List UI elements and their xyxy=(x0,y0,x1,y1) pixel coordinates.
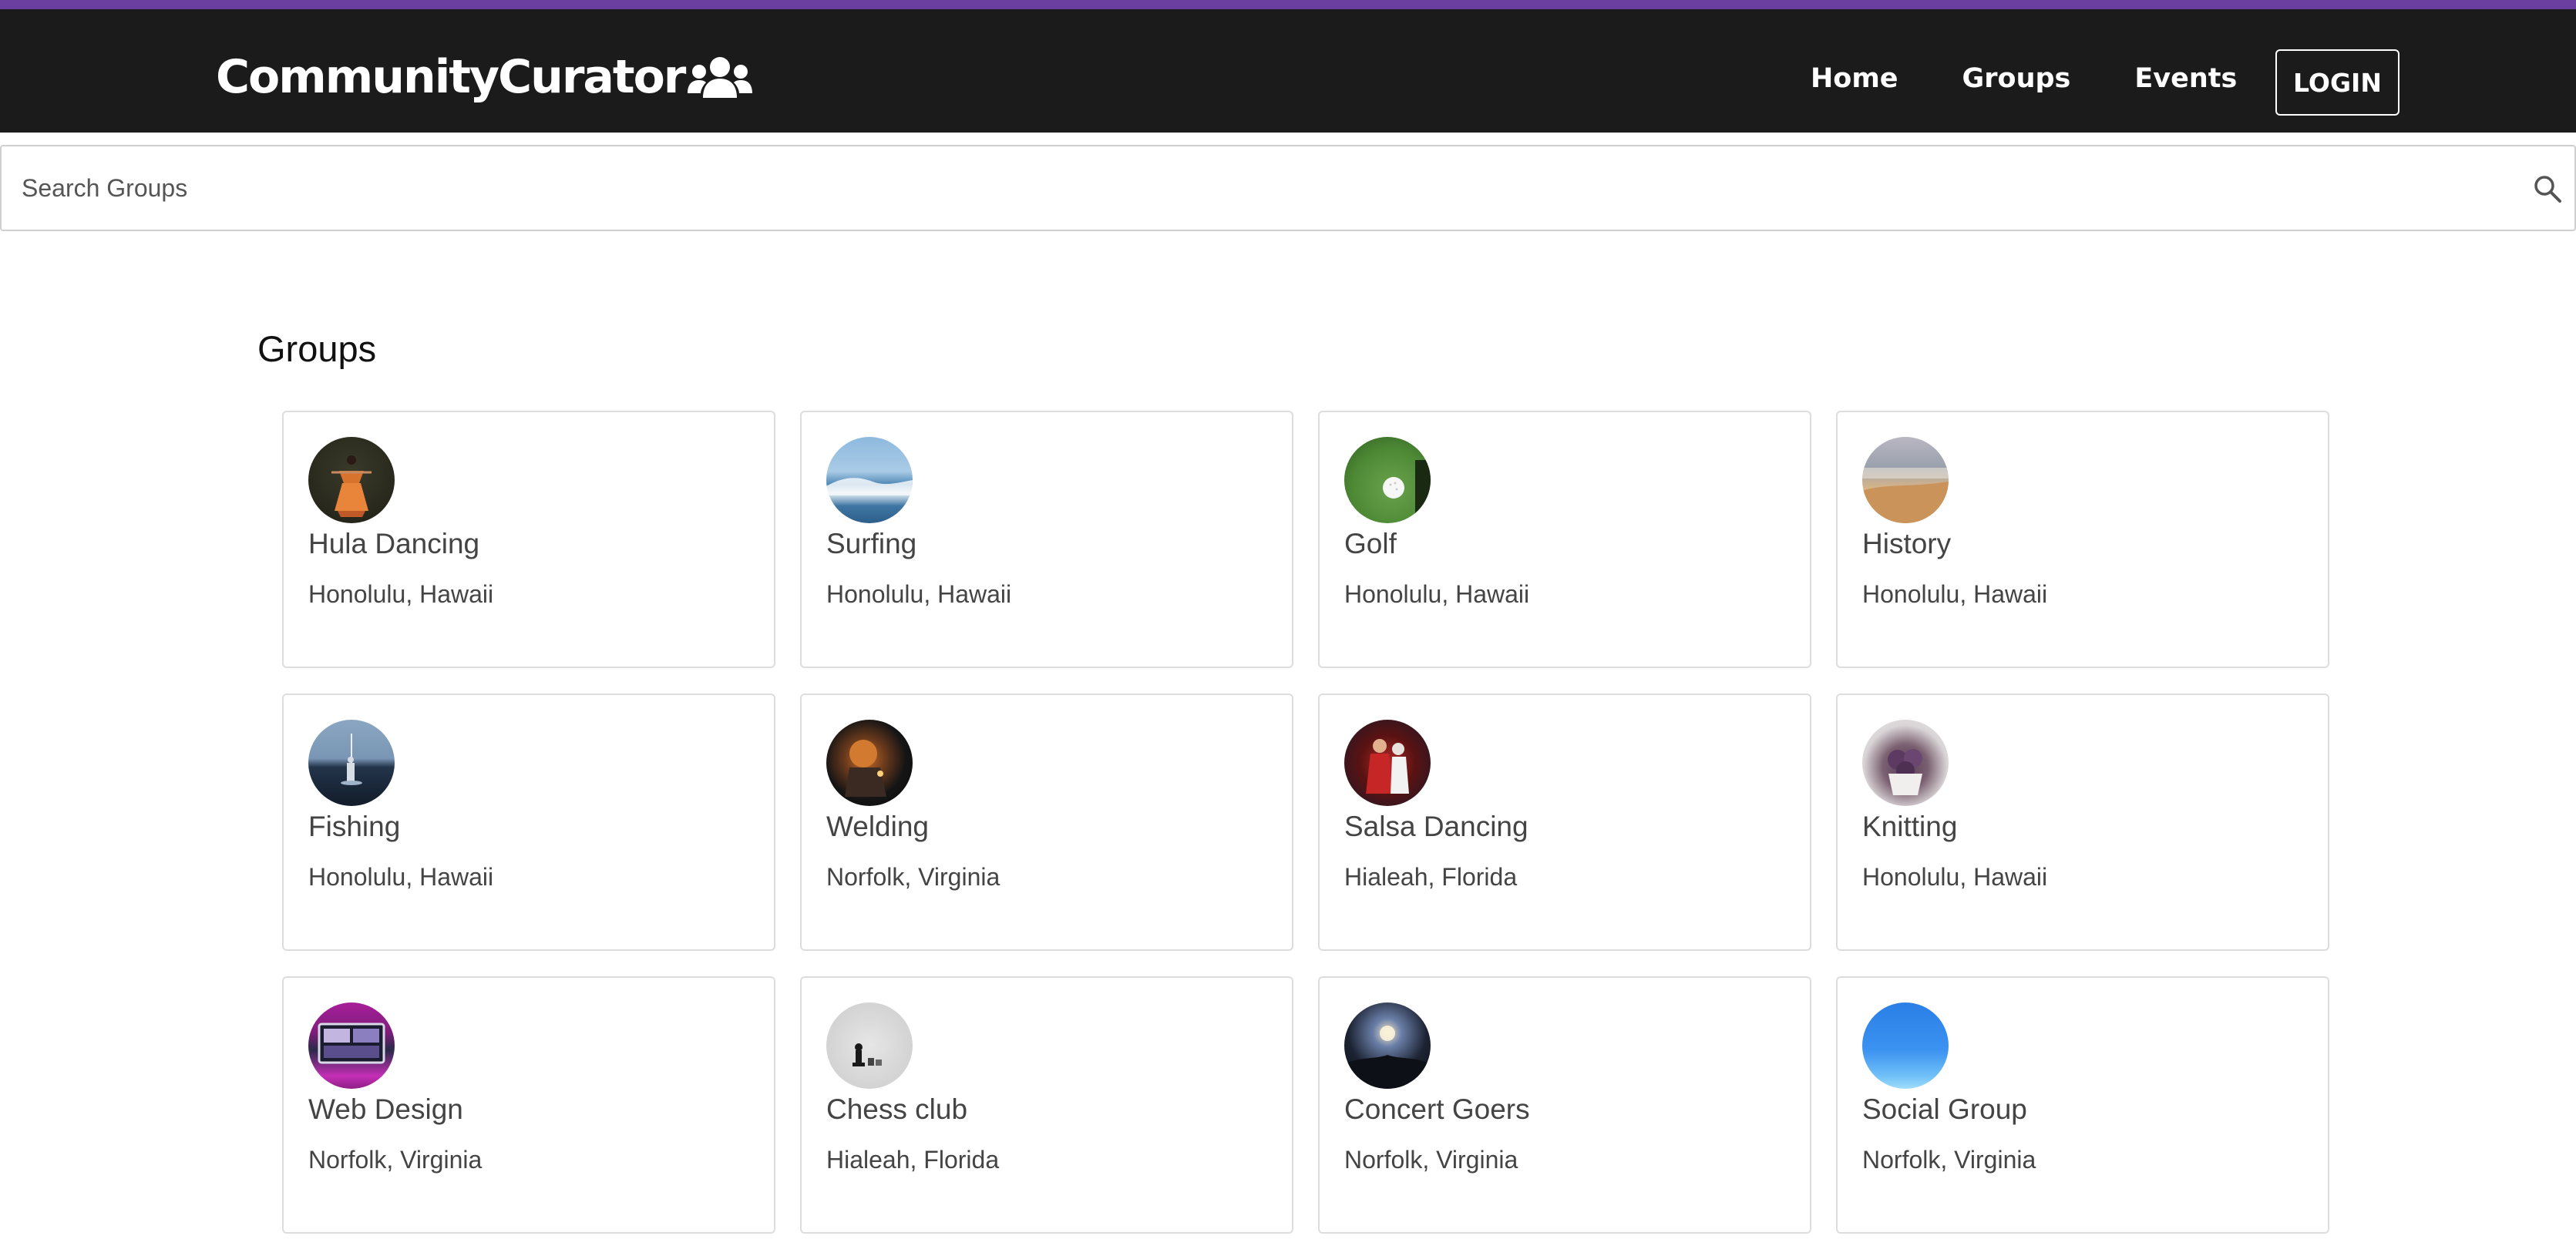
group-location: Hialeah, Florida xyxy=(826,1146,1000,1174)
top-accent-bar xyxy=(0,0,2576,9)
group-card-welding[interactable]: Welding Norfolk, Virginia xyxy=(800,693,1293,951)
group-avatar xyxy=(1862,437,1949,523)
group-name: Golf xyxy=(1344,528,1397,559)
group-location: Norfolk, Virginia xyxy=(826,863,1000,891)
nav-home-link[interactable]: Home xyxy=(1811,63,1898,94)
group-name: Web Design xyxy=(308,1093,463,1125)
group-avatar xyxy=(1344,720,1431,806)
groups-grid: Hula Dancing Honolulu, Hawaii Surfing Ho… xyxy=(282,411,2329,1234)
group-name: Surfing xyxy=(826,528,917,559)
group-name: Hula Dancing xyxy=(308,528,480,559)
group-avatar xyxy=(308,720,395,806)
group-location: Hialeah, Florida xyxy=(1344,863,1518,891)
search-icon[interactable] xyxy=(2532,173,2563,204)
group-name: History xyxy=(1862,528,1952,559)
group-avatar xyxy=(1862,720,1949,806)
login-button[interactable]: LOGIN xyxy=(2275,49,2399,116)
group-name: Fishing xyxy=(308,811,401,842)
search-input[interactable] xyxy=(20,146,2487,230)
group-location: Norfolk, Virginia xyxy=(308,1146,483,1174)
group-avatar xyxy=(826,437,913,523)
nav-events-link[interactable]: Events xyxy=(2134,63,2237,94)
group-location: Honolulu, Hawaii xyxy=(308,863,494,891)
group-avatar xyxy=(308,437,395,523)
group-card-web-design[interactable]: Web Design Norfolk, Virginia xyxy=(282,976,775,1234)
group-location: Honolulu, Hawaii xyxy=(308,580,494,608)
group-card-concert-goers[interactable]: Concert Goers Norfolk, Virginia xyxy=(1318,976,1811,1234)
group-location: Honolulu, Hawaii xyxy=(1344,580,1530,608)
group-avatar xyxy=(1344,437,1431,523)
search-bar xyxy=(0,145,2576,231)
page-title: Groups xyxy=(257,328,377,369)
group-card-golf[interactable]: Golf Honolulu, Hawaii xyxy=(1318,411,1811,668)
brand-name: CommunityCurator xyxy=(216,50,686,104)
main-nav: Home Groups Events xyxy=(1811,63,2301,94)
group-name: Chess club xyxy=(826,1093,968,1125)
group-avatar xyxy=(826,720,913,806)
group-name: Knitting xyxy=(1862,811,1958,842)
group-name: Social Group xyxy=(1862,1093,2027,1125)
group-location: Honolulu, Hawaii xyxy=(1862,580,2048,608)
group-card-chess-club[interactable]: Chess club Hialeah, Florida xyxy=(800,976,1293,1234)
group-avatar xyxy=(308,1002,395,1089)
group-card-knitting[interactable]: Knitting Honolulu, Hawaii xyxy=(1836,693,2329,951)
group-location: Norfolk, Virginia xyxy=(1862,1146,2036,1174)
group-card-hula-dancing[interactable]: Hula Dancing Honolulu, Hawaii xyxy=(282,411,775,668)
nav-groups-link[interactable]: Groups xyxy=(1962,63,2071,94)
group-card-surfing[interactable]: Surfing Honolulu, Hawaii xyxy=(800,411,1293,668)
users-icon xyxy=(688,55,753,99)
navbar: CommunityCurator Home Groups Events LOGI… xyxy=(0,9,2576,133)
group-card-fishing[interactable]: Fishing Honolulu, Hawaii xyxy=(282,693,775,951)
group-card-social-group[interactable]: Social Group Norfolk, Virginia xyxy=(1836,976,2329,1234)
group-location: Honolulu, Hawaii xyxy=(1862,863,2048,891)
group-card-salsa-dancing[interactable]: Salsa Dancing Hialeah, Florida xyxy=(1318,693,1811,951)
group-location: Honolulu, Hawaii xyxy=(826,580,1012,608)
group-location: Norfolk, Virginia xyxy=(1344,1146,1518,1174)
group-name: Welding xyxy=(826,811,930,842)
brand-logo[interactable]: CommunityCurator xyxy=(216,50,753,104)
group-avatar xyxy=(1344,1002,1431,1089)
group-avatar xyxy=(826,1002,913,1089)
group-card-history[interactable]: History Honolulu, Hawaii xyxy=(1836,411,2329,668)
group-name: Salsa Dancing xyxy=(1344,811,1528,842)
group-avatar xyxy=(1862,1002,1949,1089)
group-name: Concert Goers xyxy=(1344,1093,1530,1125)
